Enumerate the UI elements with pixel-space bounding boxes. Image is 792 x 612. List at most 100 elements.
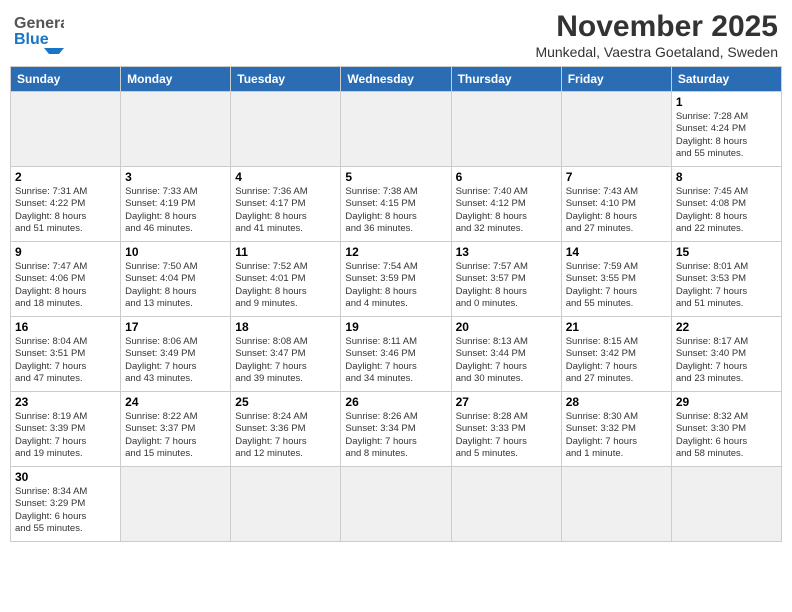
calendar-cell: 23 Sunrise: 8:19 AM Sunset: 3:39 PM Dayli… — [11, 392, 121, 467]
calendar-week-5: 23 Sunrise: 8:19 AM Sunset: 3:39 PM Dayli… — [11, 392, 782, 467]
day-number: 29 — [676, 395, 777, 409]
calendar-cell — [231, 467, 341, 542]
calendar-cell — [671, 467, 781, 542]
day-info: Sunrise: 7:47 AM Sunset: 4:06 PM Dayligh… — [15, 261, 116, 310]
calendar-cell — [341, 92, 451, 167]
day-info: Sunrise: 8:34 AM Sunset: 3:29 PM Dayligh… — [15, 486, 116, 535]
calendar-cell — [11, 92, 121, 167]
day-info: Sunrise: 8:19 AM Sunset: 3:39 PM Dayligh… — [15, 411, 116, 460]
day-info: Sunrise: 7:28 AM Sunset: 4:24 PM Dayligh… — [676, 111, 777, 160]
calendar-cell: 13Sunrise: 7:57 AM Sunset: 3:57 PM Dayli… — [451, 242, 561, 317]
calendar-cell — [451, 92, 561, 167]
day-info: Sunrise: 8:30 AM Sunset: 3:32 PM Dayligh… — [566, 411, 667, 460]
calendar-cell: 16 Sunrise: 8:04 AM Sunset: 3:51 PM Dayli… — [11, 317, 121, 392]
calendar-header-friday: Friday — [561, 67, 671, 92]
calendar-table: SundayMondayTuesdayWednesdayThursdayFrid… — [10, 66, 782, 542]
calendar-cell: 1 Sunrise: 7:28 AM Sunset: 4:24 PM Daylig… — [671, 92, 781, 167]
calendar-header-saturday: Saturday — [671, 67, 781, 92]
day-info: Sunrise: 8:32 AM Sunset: 3:30 PM Dayligh… — [676, 411, 777, 460]
day-number: 15 — [676, 245, 777, 259]
generalblue-logo-icon: General Blue — [14, 10, 64, 54]
day-number: 16 — [15, 320, 116, 334]
day-info: Sunrise: 7:43 AM Sunset: 4:10 PM Dayligh… — [566, 186, 667, 235]
calendar-cell: 2 Sunrise: 7:31 AM Sunset: 4:22 PM Daylig… — [11, 167, 121, 242]
calendar-cell: 4Sunrise: 7:36 AM Sunset: 4:17 PM Daylig… — [231, 167, 341, 242]
day-info: Sunrise: 7:40 AM Sunset: 4:12 PM Dayligh… — [456, 186, 557, 235]
calendar-cell: 12 Sunrise: 7:54 AM Sunset: 3:59 PM Dayli… — [341, 242, 451, 317]
day-info: Sunrise: 7:38 AM Sunset: 4:15 PM Dayligh… — [345, 186, 446, 235]
calendar-cell: 20 Sunrise: 8:13 AM Sunset: 3:44 PM Dayli… — [451, 317, 561, 392]
location-subtitle: Munkedal, Vaestra Goetaland, Sweden — [535, 44, 778, 60]
calendar-cell: 15 Sunrise: 8:01 AM Sunset: 3:53 PM Dayli… — [671, 242, 781, 317]
day-number: 25 — [235, 395, 336, 409]
day-number: 6 — [456, 170, 557, 184]
calendar-header-monday: Monday — [121, 67, 231, 92]
day-info: Sunrise: 7:54 AM Sunset: 3:59 PM Dayligh… — [345, 261, 446, 310]
title-area: November 2025 Munkedal, Vaestra Goetalan… — [535, 10, 778, 60]
day-info: Sunrise: 8:13 AM Sunset: 3:44 PM Dayligh… — [456, 336, 557, 385]
calendar-week-6: 30Sunrise: 8:34 AM Sunset: 3:29 PM Dayli… — [11, 467, 782, 542]
day-number: 12 — [345, 245, 446, 259]
day-number: 26 — [345, 395, 446, 409]
svg-text:Blue: Blue — [14, 31, 49, 48]
day-number: 28 — [566, 395, 667, 409]
day-number: 14 — [566, 245, 667, 259]
day-number: 5 — [345, 170, 446, 184]
calendar-cell: 27Sunrise: 8:28 AM Sunset: 3:33 PM Dayli… — [451, 392, 561, 467]
day-number: 22 — [676, 320, 777, 334]
calendar-cell — [341, 467, 451, 542]
calendar-cell — [561, 467, 671, 542]
day-info: Sunrise: 8:08 AM Sunset: 3:47 PM Dayligh… — [235, 336, 336, 385]
day-info: Sunrise: 8:22 AM Sunset: 3:37 PM Dayligh… — [125, 411, 226, 460]
month-title: November 2025 — [535, 10, 778, 44]
day-number: 24 — [125, 395, 226, 409]
calendar-cell — [231, 92, 341, 167]
calendar-cell: 5 Sunrise: 7:38 AM Sunset: 4:15 PM Daylig… — [341, 167, 451, 242]
day-info: Sunrise: 8:01 AM Sunset: 3:53 PM Dayligh… — [676, 261, 777, 310]
day-info: Sunrise: 8:17 AM Sunset: 3:40 PM Dayligh… — [676, 336, 777, 385]
day-info: Sunrise: 8:24 AM Sunset: 3:36 PM Dayligh… — [235, 411, 336, 460]
day-number: 3 — [125, 170, 226, 184]
day-info: Sunrise: 7:50 AM Sunset: 4:04 PM Dayligh… — [125, 261, 226, 310]
day-number: 8 — [676, 170, 777, 184]
day-number: 19 — [345, 320, 446, 334]
calendar-cell: 22 Sunrise: 8:17 AM Sunset: 3:40 PM Dayli… — [671, 317, 781, 392]
day-number: 23 — [15, 395, 116, 409]
day-number: 11 — [235, 245, 336, 259]
day-info: Sunrise: 8:04 AM Sunset: 3:51 PM Dayligh… — [15, 336, 116, 385]
calendar-cell: 7Sunrise: 7:43 AM Sunset: 4:10 PM Daylig… — [561, 167, 671, 242]
day-number: 20 — [456, 320, 557, 334]
calendar-cell — [121, 467, 231, 542]
calendar-cell: 3 Sunrise: 7:33 AM Sunset: 4:19 PM Daylig… — [121, 167, 231, 242]
day-info: Sunrise: 7:57 AM Sunset: 3:57 PM Dayligh… — [456, 261, 557, 310]
day-info: Sunrise: 7:52 AM Sunset: 4:01 PM Dayligh… — [235, 261, 336, 310]
calendar-header-row: SundayMondayTuesdayWednesdayThursdayFrid… — [11, 67, 782, 92]
calendar-cell: 10Sunrise: 7:50 AM Sunset: 4:04 PM Dayli… — [121, 242, 231, 317]
page-header: General Blue November 2025 Munkedal, Vae… — [10, 10, 782, 60]
svg-text:General: General — [14, 15, 64, 32]
day-number: 17 — [125, 320, 226, 334]
calendar-header-tuesday: Tuesday — [231, 67, 341, 92]
day-info: Sunrise: 8:28 AM Sunset: 3:33 PM Dayligh… — [456, 411, 557, 460]
calendar-header-sunday: Sunday — [11, 67, 121, 92]
calendar-cell — [121, 92, 231, 167]
day-info: Sunrise: 7:36 AM Sunset: 4:17 PM Dayligh… — [235, 186, 336, 235]
day-info: Sunrise: 7:31 AM Sunset: 4:22 PM Dayligh… — [15, 186, 116, 235]
day-info: Sunrise: 7:33 AM Sunset: 4:19 PM Dayligh… — [125, 186, 226, 235]
calendar-cell: 25 Sunrise: 8:24 AM Sunset: 3:36 PM Dayli… — [231, 392, 341, 467]
calendar-cell — [561, 92, 671, 167]
calendar-header-thursday: Thursday — [451, 67, 561, 92]
day-info: Sunrise: 8:15 AM Sunset: 3:42 PM Dayligh… — [566, 336, 667, 385]
calendar-cell: 11 Sunrise: 7:52 AM Sunset: 4:01 PM Dayli… — [231, 242, 341, 317]
day-number: 9 — [15, 245, 116, 259]
day-info: Sunrise: 7:59 AM Sunset: 3:55 PM Dayligh… — [566, 261, 667, 310]
calendar-week-3: 9 Sunrise: 7:47 AM Sunset: 4:06 PM Daylig… — [11, 242, 782, 317]
calendar-week-4: 16 Sunrise: 8:04 AM Sunset: 3:51 PM Dayli… — [11, 317, 782, 392]
day-number: 2 — [15, 170, 116, 184]
day-info: Sunrise: 8:11 AM Sunset: 3:46 PM Dayligh… — [345, 336, 446, 385]
calendar-week-2: 2 Sunrise: 7:31 AM Sunset: 4:22 PM Daylig… — [11, 167, 782, 242]
calendar-cell: 29 Sunrise: 8:32 AM Sunset: 3:30 PM Dayli… — [671, 392, 781, 467]
day-number: 1 — [676, 95, 777, 109]
day-info: Sunrise: 7:45 AM Sunset: 4:08 PM Dayligh… — [676, 186, 777, 235]
calendar-header-wednesday: Wednesday — [341, 67, 451, 92]
